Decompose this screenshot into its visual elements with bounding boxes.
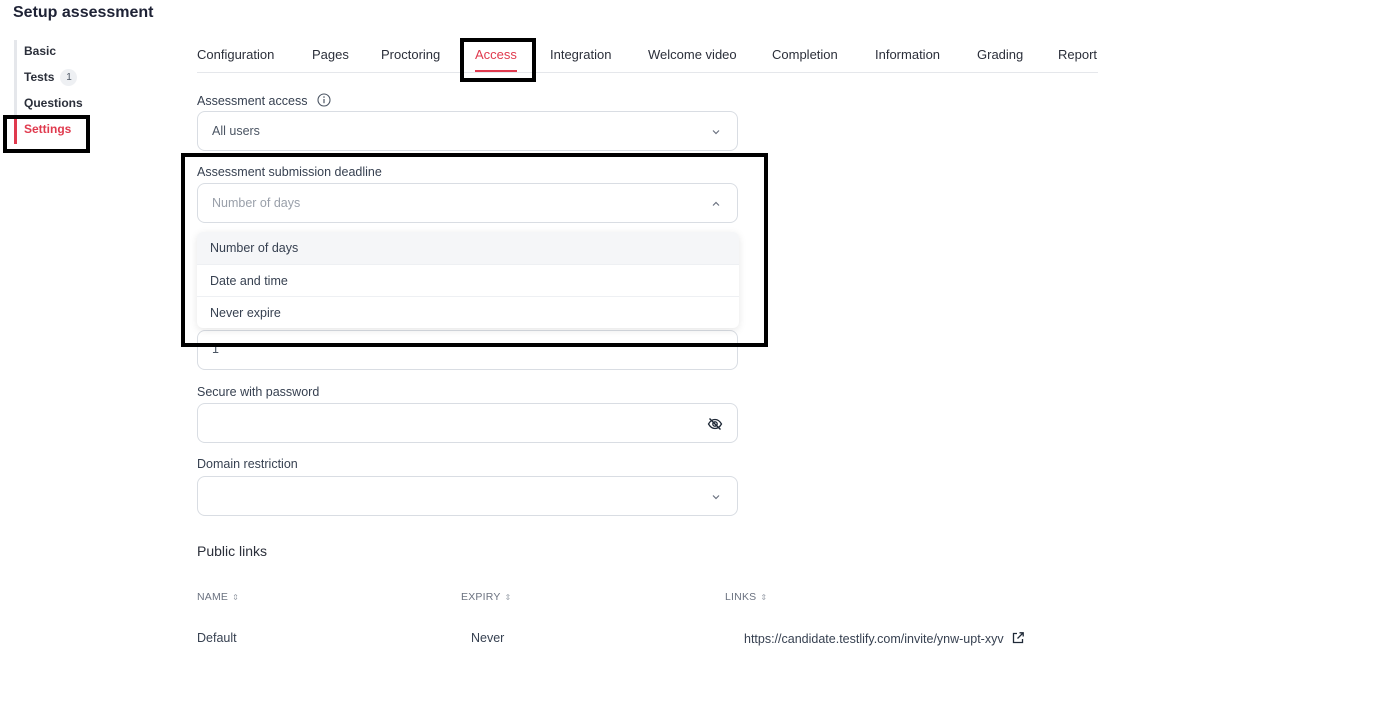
tab-grading[interactable]: Grading bbox=[977, 47, 1023, 62]
assessment-access-label: Assessment access bbox=[197, 93, 331, 110]
assessment-access-select[interactable]: All users bbox=[197, 111, 738, 151]
sidebar-item-label: Tests bbox=[24, 70, 55, 84]
tests-count-badge: 1 bbox=[60, 69, 78, 87]
column-header-label: NAME bbox=[197, 591, 229, 603]
tab-integration[interactable]: Integration bbox=[550, 47, 611, 62]
column-header-name[interactable]: NAME ⇕ bbox=[197, 591, 239, 603]
highlight-box bbox=[460, 38, 536, 82]
domain-restriction-select[interactable] bbox=[197, 476, 738, 516]
info-icon[interactable] bbox=[317, 93, 331, 110]
row-link-text[interactable]: https://candidate.testlify.com/invite/yn… bbox=[744, 632, 1004, 646]
password-input[interactable] bbox=[197, 403, 738, 443]
row-name: Default bbox=[197, 631, 237, 645]
tab-proctoring[interactable]: Proctoring bbox=[381, 47, 440, 62]
sidebar-item-basic[interactable]: Basic bbox=[14, 40, 94, 66]
external-link-icon[interactable] bbox=[1011, 631, 1025, 648]
assessment-access-label-text: Assessment access bbox=[197, 93, 308, 108]
eye-off-icon[interactable] bbox=[707, 416, 723, 437]
password-label: Secure with password bbox=[197, 385, 320, 399]
tab-pages[interactable]: Pages bbox=[312, 47, 349, 62]
page-title: Setup assessment bbox=[13, 4, 154, 21]
column-header-label: EXPIRY bbox=[461, 591, 501, 603]
domain-restriction-label: Domain restriction bbox=[197, 457, 298, 471]
sort-icon: ⇕ bbox=[760, 592, 768, 602]
settings-tabs: Configuration Pages Proctoring Access In… bbox=[197, 40, 1098, 73]
column-header-links[interactable]: LINKS ⇕ bbox=[725, 591, 767, 603]
public-links-title: Public links bbox=[197, 543, 268, 559]
sort-icon: ⇕ bbox=[232, 592, 240, 602]
chevron-down-icon bbox=[712, 495, 720, 500]
tab-information[interactable]: Information bbox=[875, 47, 940, 62]
tab-report[interactable]: Report bbox=[1058, 47, 1097, 62]
sidebar-item-label: Questions bbox=[24, 96, 83, 110]
sidebar-item-tests[interactable]: Tests 1 bbox=[14, 66, 94, 92]
column-header-expiry[interactable]: EXPIRY ⇕ bbox=[461, 591, 511, 603]
assessment-access-value: All users bbox=[212, 124, 260, 138]
tab-welcome-video[interactable]: Welcome video bbox=[648, 47, 737, 62]
tab-completion[interactable]: Completion bbox=[772, 47, 838, 62]
column-header-label: LINKS bbox=[725, 591, 757, 603]
tab-configuration[interactable]: Configuration bbox=[197, 47, 274, 62]
sidebar-item-label: Basic bbox=[24, 44, 57, 58]
chevron-down-icon bbox=[712, 130, 720, 135]
row-link[interactable]: https://candidate.testlify.com/invite/yn… bbox=[744, 631, 1025, 648]
sort-icon: ⇕ bbox=[504, 592, 512, 602]
highlight-box bbox=[181, 153, 768, 347]
row-expiry: Never bbox=[471, 631, 505, 645]
highlight-box bbox=[3, 115, 90, 153]
